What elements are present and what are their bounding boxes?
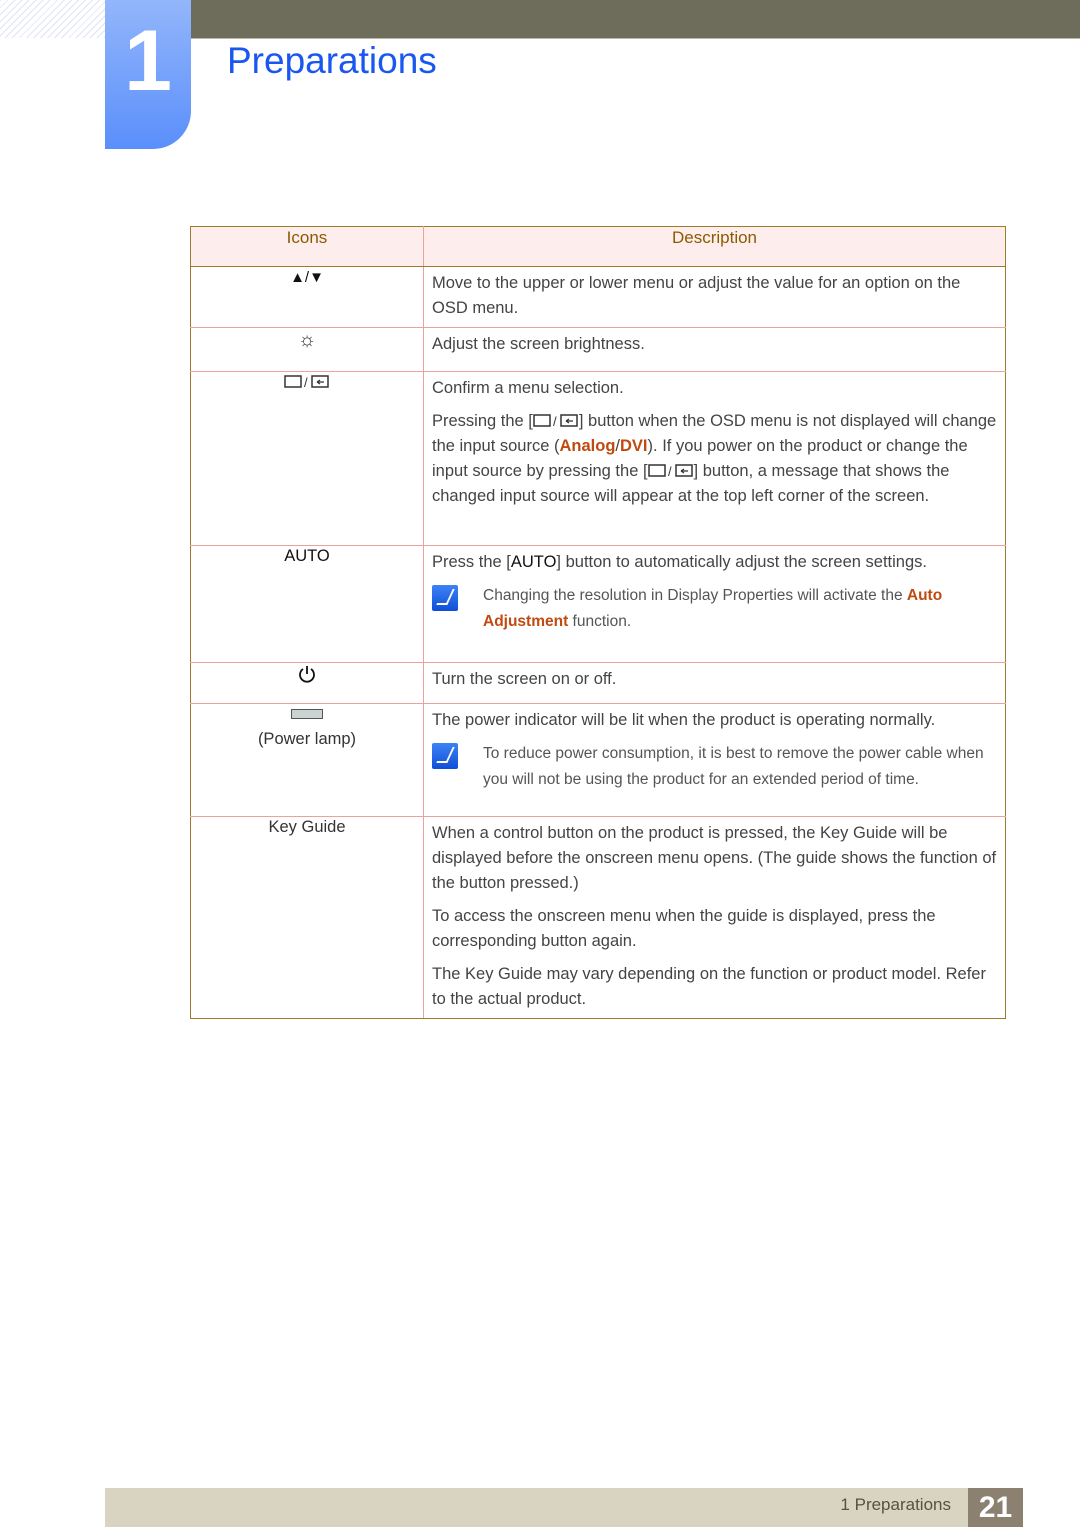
desc-paragraph: Pressing the [/] button when the OSD men… [432, 409, 997, 509]
note-pencil-icon [432, 585, 458, 611]
col-header-icons: Icons [190, 226, 424, 267]
desc-paragraph: The power indicator will be lit when the… [432, 711, 936, 729]
svg-text:/: / [304, 375, 308, 390]
table-row: Key Guide When a control button on the p… [190, 816, 1006, 1019]
power-icon [299, 666, 315, 683]
note-pencil-icon [432, 743, 458, 769]
page-footer: 1 Preparations 21 [105, 1488, 1023, 1527]
description-cell: Press the [AUTO] button to automatically… [423, 545, 1006, 663]
footer-section: 1 Preparations [840, 1495, 951, 1514]
table-row: / Confirm a menu selection. Pressing the… [190, 371, 1006, 546]
auto-icon-cell: AUTO [190, 545, 424, 663]
chapter-tab: 1 [105, 0, 191, 149]
col-header-description: Description [423, 226, 1006, 267]
key-guide-cell: Key Guide [190, 816, 424, 1019]
auto-key: AUTO [510, 553, 557, 571]
table-row: ▲/▼ Move to the upper or lower menu or a… [190, 266, 1006, 328]
brightness-icon-cell: ☼ [190, 327, 424, 372]
source-enter-icon-inline: / [533, 414, 578, 429]
description-cell: Move to the upper or lower menu or adjus… [423, 266, 1006, 328]
desc-paragraph: Press the [AUTO] button to automatically… [432, 550, 997, 575]
table-row: Turn the screen on or off. [190, 662, 1006, 704]
analog-highlight: Analog [559, 437, 616, 455]
decorative-hatch [0, 0, 105, 38]
power-lamp-label: (Power lamp) [257, 730, 357, 748]
brightness-sun-icon: ☼ [297, 329, 317, 351]
power-icon-cell [190, 662, 424, 704]
description-cell: Confirm a menu selection. Pressing the [… [423, 371, 1006, 546]
desc-paragraph: The Key Guide may vary depending on the … [432, 965, 986, 1008]
note: Changing the resolution in Display Prope… [432, 583, 997, 635]
source-enter-icon-inline: / [647, 464, 693, 479]
text: ] button to automatically adjust the scr… [556, 553, 927, 571]
source-icon-cell: / [190, 371, 424, 546]
description-cell: The power indicator will be lit when the… [423, 703, 1006, 817]
svg-text:/: / [553, 414, 557, 429]
text: function. [568, 613, 632, 630]
text: Changing the resolution in Display Prope… [483, 587, 907, 604]
description-cell: When a control button on the product is … [423, 816, 1006, 1019]
note-text: To reduce power consumption, it is best … [483, 745, 984, 788]
chapter-number: 1 [124, 13, 172, 109]
key-guide-label: Key Guide [268, 818, 346, 836]
table-row: ☼ Adjust the screen brightness. [190, 327, 1006, 372]
desc-paragraph: To access the onscreen menu when the gui… [432, 907, 936, 950]
page-title: Preparations [227, 40, 437, 81]
source-enter-icons: / [284, 373, 330, 391]
page-number: 21 [968, 1488, 1023, 1527]
text: Press the [ [432, 553, 511, 571]
description-cell: Adjust the screen brightness. [423, 327, 1006, 372]
note-text: Changing the resolution in Display Prope… [483, 583, 997, 635]
table-row: AUTO Press the [AUTO] button to automati… [190, 545, 1006, 663]
description-cell: Turn the screen on or off. [423, 662, 1006, 704]
desc-paragraph: When a control button on the product is … [432, 824, 997, 892]
up-down-icon-cell: ▲/▼ [190, 266, 424, 328]
icons-table: Icons Description ▲/▼ Move to the upper … [190, 226, 1006, 1019]
power-lamp-icon [291, 709, 323, 719]
table-row: (Power lamp) The power indicator will be… [190, 703, 1006, 817]
power-lamp-cell: (Power lamp) [190, 703, 424, 817]
table-header: Icons Description [190, 226, 1006, 267]
note: To reduce power consumption, it is best … [432, 741, 997, 793]
dvi-highlight: DVI [620, 437, 648, 455]
desc-paragraph: Confirm a menu selection. [432, 379, 624, 397]
text: Pressing the [ [432, 412, 533, 430]
svg-text:/: / [668, 464, 672, 479]
up-down-triangle-icons: ▲/▼ [290, 269, 324, 286]
auto-label: AUTO [284, 547, 330, 565]
top-bar [190, 0, 1080, 39]
